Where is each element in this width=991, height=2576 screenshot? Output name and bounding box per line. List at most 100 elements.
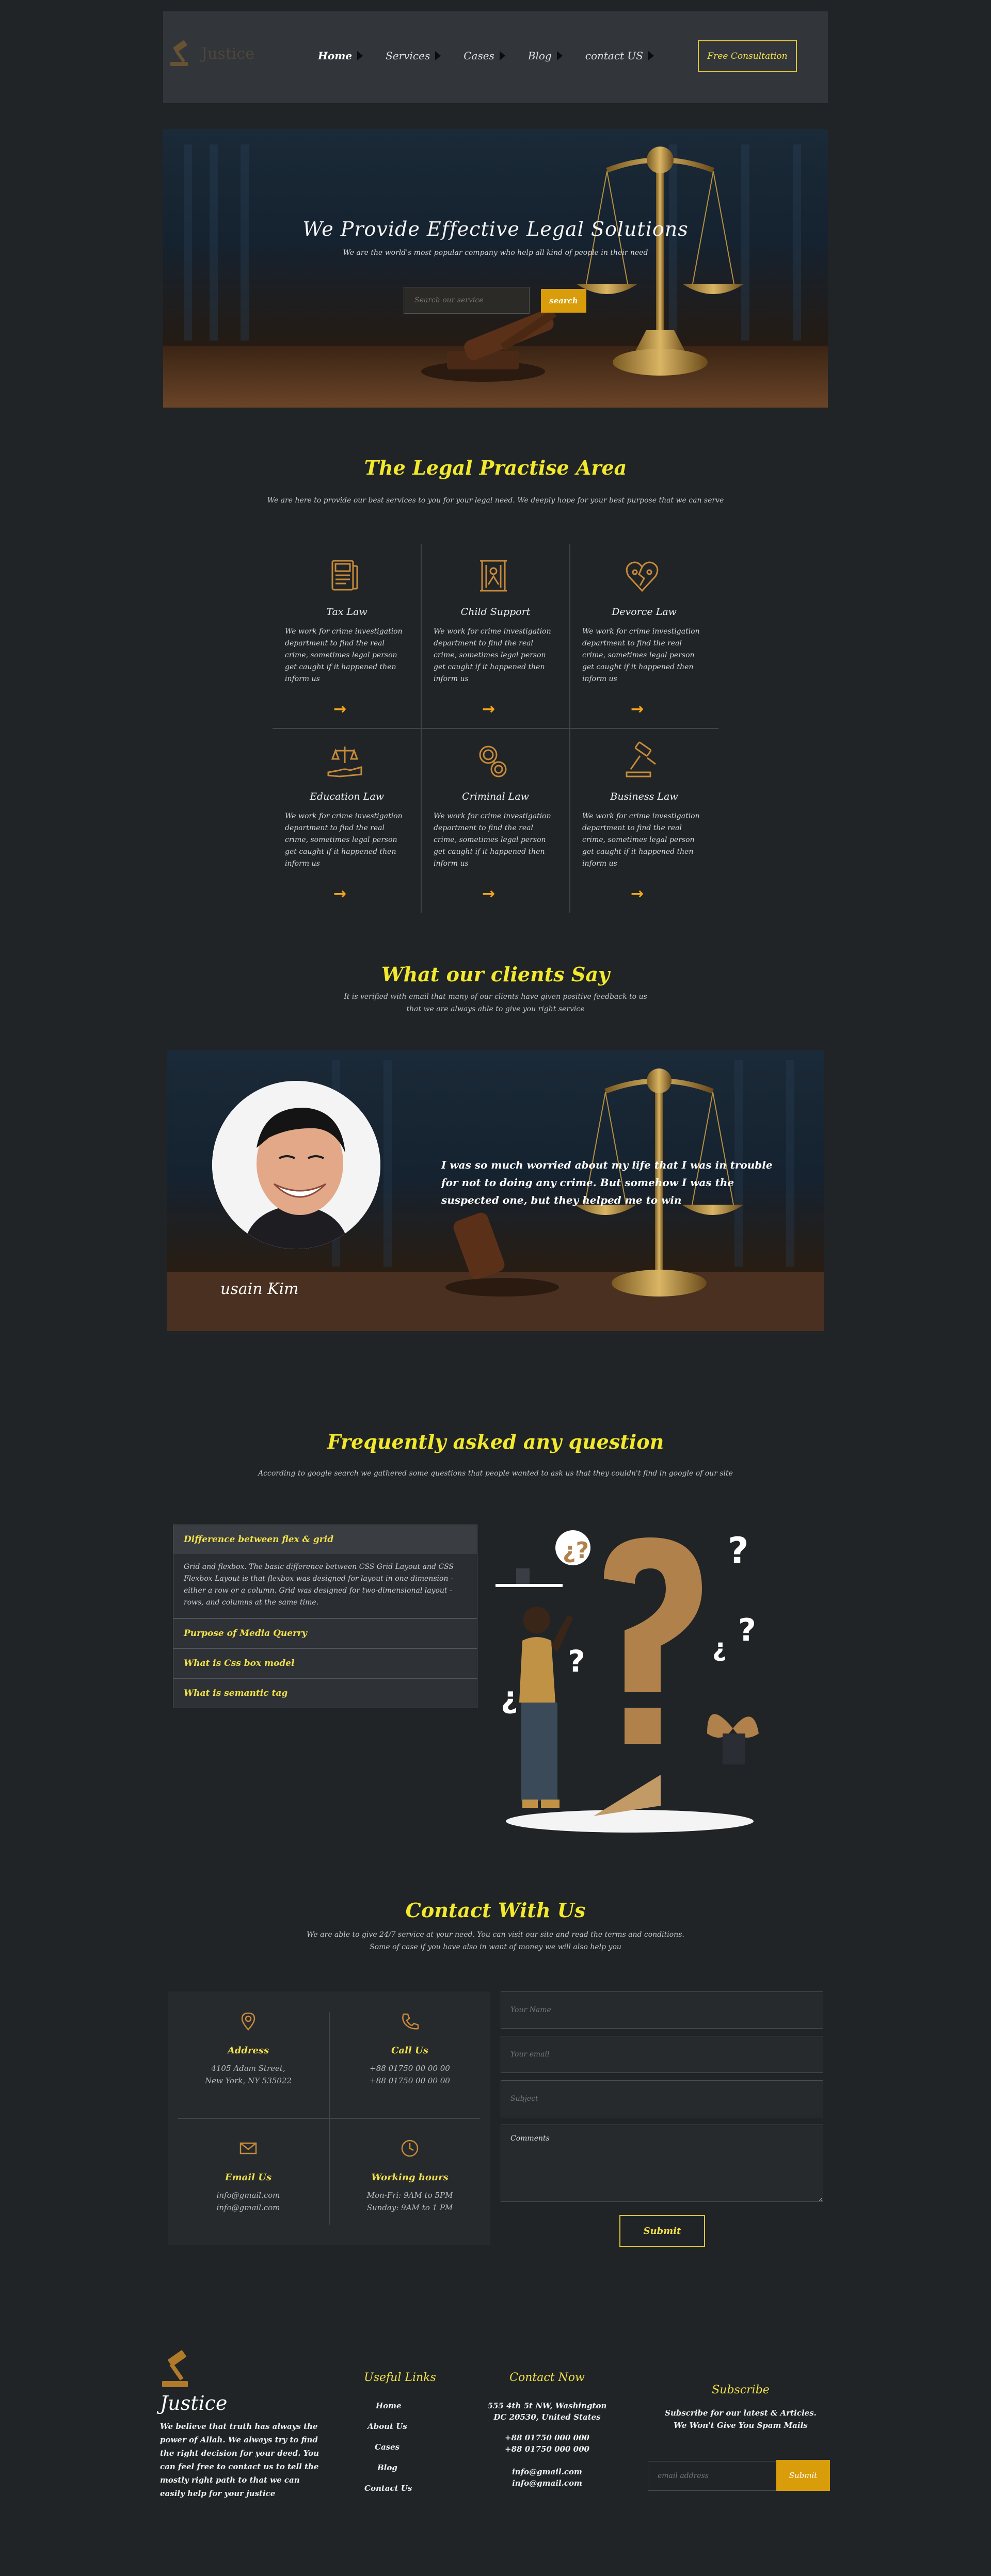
clients-subtitle-1: It is verified with email that many of o… [344,993,647,1001]
contact-card-line: +88 01750 00 00 00 [370,2076,450,2085]
faq-question[interactable]: What is Css box model [173,1649,477,1678]
subscribe-button[interactable]: Submit [776,2460,830,2491]
client-name: usain Kim [220,1280,299,1298]
practice-card-title: Education Law [310,791,384,802]
svg-text:¿?: ¿? [563,1537,589,1564]
practice-card-desc: We work for crime investigation departme… [285,627,403,683]
contact-card-line: Sunday: 9AM to 1 PM [366,2203,453,2212]
faq-item[interactable]: What is Css box model [173,1648,477,1678]
email-field[interactable] [501,2036,823,2073]
chevron-right-icon [499,51,505,60]
arrow-right-icon[interactable]: → [333,700,346,718]
svg-text:¿: ¿ [501,1680,518,1715]
practice-card-desc: We work for crime investigation departme… [582,627,700,683]
contact-card-title: Address [227,2045,269,2056]
service-search-input[interactable] [404,287,530,314]
testimonial-card: I was so much worried about my life that… [167,1050,824,1331]
free-consultation-button[interactable]: Free Consultation [698,40,797,72]
faq-question[interactable]: What is semantic tag [173,1679,477,1708]
footer-address-2: DC 20530, United States [493,2412,601,2422]
practice-card-title: Devorce Law [612,606,677,618]
nav-link-blog[interactable]: Blog [528,50,563,62]
footer-phone-2: +88 01750 000 000 [505,2444,589,2454]
svg-text:?: ? [568,1644,585,1679]
footer-subscribe-text-1: Subscribe for our latest & Articles. [665,2408,817,2418]
practice-card-title: Child Support [460,606,531,618]
nav-link-label: Home [318,50,353,62]
practice-subtitle: We are here to provide our best services… [267,496,724,505]
client-avatar [212,1081,380,1249]
logo-text: Justice [201,44,254,63]
faq-question[interactable]: Difference between flex & grid [173,1525,477,1554]
broken-heart-icon [626,561,659,592]
tax-document-icon [331,560,358,591]
arrow-right-icon[interactable]: → [482,700,495,718]
practice-card-title: Criminal Law [462,791,529,802]
arrow-right-icon[interactable]: → [482,885,495,903]
contact-card-line: +88 01750 00 00 00 [370,2064,450,2073]
envelope-icon [239,2142,257,2154]
faq-item[interactable]: Difference between flex & grid Grid and … [173,1525,477,1618]
practice-grid: Tax Law We work for crime investigation … [273,544,718,913]
contact-card-title: Working hours [371,2172,449,2183]
gavel-logo-icon [162,2350,188,2387]
footer-brand-desc: We believe that truth has always the pow… [160,2422,319,2498]
footer-link-contact[interactable]: Contact Us [364,2484,412,2493]
subject-field[interactable] [501,2080,823,2117]
chevron-right-icon [357,51,363,60]
nav-link-contact[interactable]: contact US [585,50,654,62]
logo[interactable]: Justice [168,39,254,68]
gavel-logo-icon [170,40,188,66]
contact-card-title: Email Us [225,2172,272,2183]
nav-link-services[interactable]: Services [386,50,441,62]
arrow-right-icon[interactable]: → [631,700,644,718]
hero-subtitle: We are the world's most popular company … [343,249,648,257]
footer-link-cases[interactable]: Cases [375,2442,399,2452]
footer-phone-1: +88 01750 000 000 [505,2433,589,2442]
contact-card-line: 4105 Adam Street, [211,2064,285,2073]
nav-link-home[interactable]: Home [318,50,363,62]
contact-title: Contact With Us [405,1899,586,1922]
gavel-icon [626,741,656,777]
practice-card-title: Business Law [610,791,678,802]
faq-item[interactable]: What is semantic tag [173,1678,477,1708]
faq-title: Frequently asked any question [327,1430,664,1453]
practice-card-business-law: Business Law We work for crime investiga… [570,729,718,913]
comments-field[interactable]: Comments [501,2125,823,2202]
footer-link-home[interactable]: Home [376,2401,402,2410]
practice-card-desc: We work for crime investigation departme… [582,812,700,868]
practice-card-education-law: Education Law We work for crime investig… [273,729,421,913]
contact-card-line: Mon-Fri: 9AM to 5PM [366,2191,453,2200]
client-photo [212,1081,380,1249]
subscribe-email-input[interactable] [648,2461,777,2491]
contact-call: Call Us +88 01750 00 00 00 +88 01750 00 … [329,1991,490,2118]
arrow-right-icon[interactable]: → [333,885,346,903]
practice-card-desc: We work for crime investigation departme… [285,812,403,868]
footer-email-2[interactable]: info@gmail.com [475,2477,619,2489]
footer-email-1[interactable]: info@gmail.com [475,2466,619,2477]
search-button[interactable]: search [541,289,586,313]
faq-item[interactable]: Purpose of Media Querry [173,1618,477,1648]
footer-brand-name: Justice [160,2392,228,2415]
footer-link-blog[interactable]: Blog [377,2463,397,2472]
hero-title: We Provide Effective Legal Solutions [302,218,689,240]
contact-card-title: Call Us [391,2045,428,2056]
nav-link-cases[interactable]: Cases [463,50,505,62]
chevron-right-icon [556,51,563,60]
contact-info-card: Address 4105 Adam Street, New York, NY 5… [168,1991,490,2245]
nav-links: Home Services Cases Blog contact US [318,50,677,62]
faq-question[interactable]: Purpose of Media Querry [173,1619,477,1648]
name-field[interactable] [501,1991,823,2029]
footer-contact-title: Contact Now [509,2371,585,2384]
nav-link-label: Services [386,50,430,62]
practice-card-child-support: Child Support We work for crime investig… [421,544,570,728]
submit-button[interactable]: Submit [619,2215,705,2247]
footer-links-title: Useful Links [364,2371,436,2384]
location-pin-icon [241,2012,255,2031]
contact-card-line: New York, NY 535022 [204,2076,292,2085]
arrow-right-icon[interactable]: → [631,885,644,903]
svg-text:?: ? [738,1612,756,1648]
clients-subtitle-2: that we are always able to give you righ… [406,1005,585,1013]
chevron-right-icon [648,51,654,60]
footer-link-about[interactable]: About Us [367,2422,407,2431]
